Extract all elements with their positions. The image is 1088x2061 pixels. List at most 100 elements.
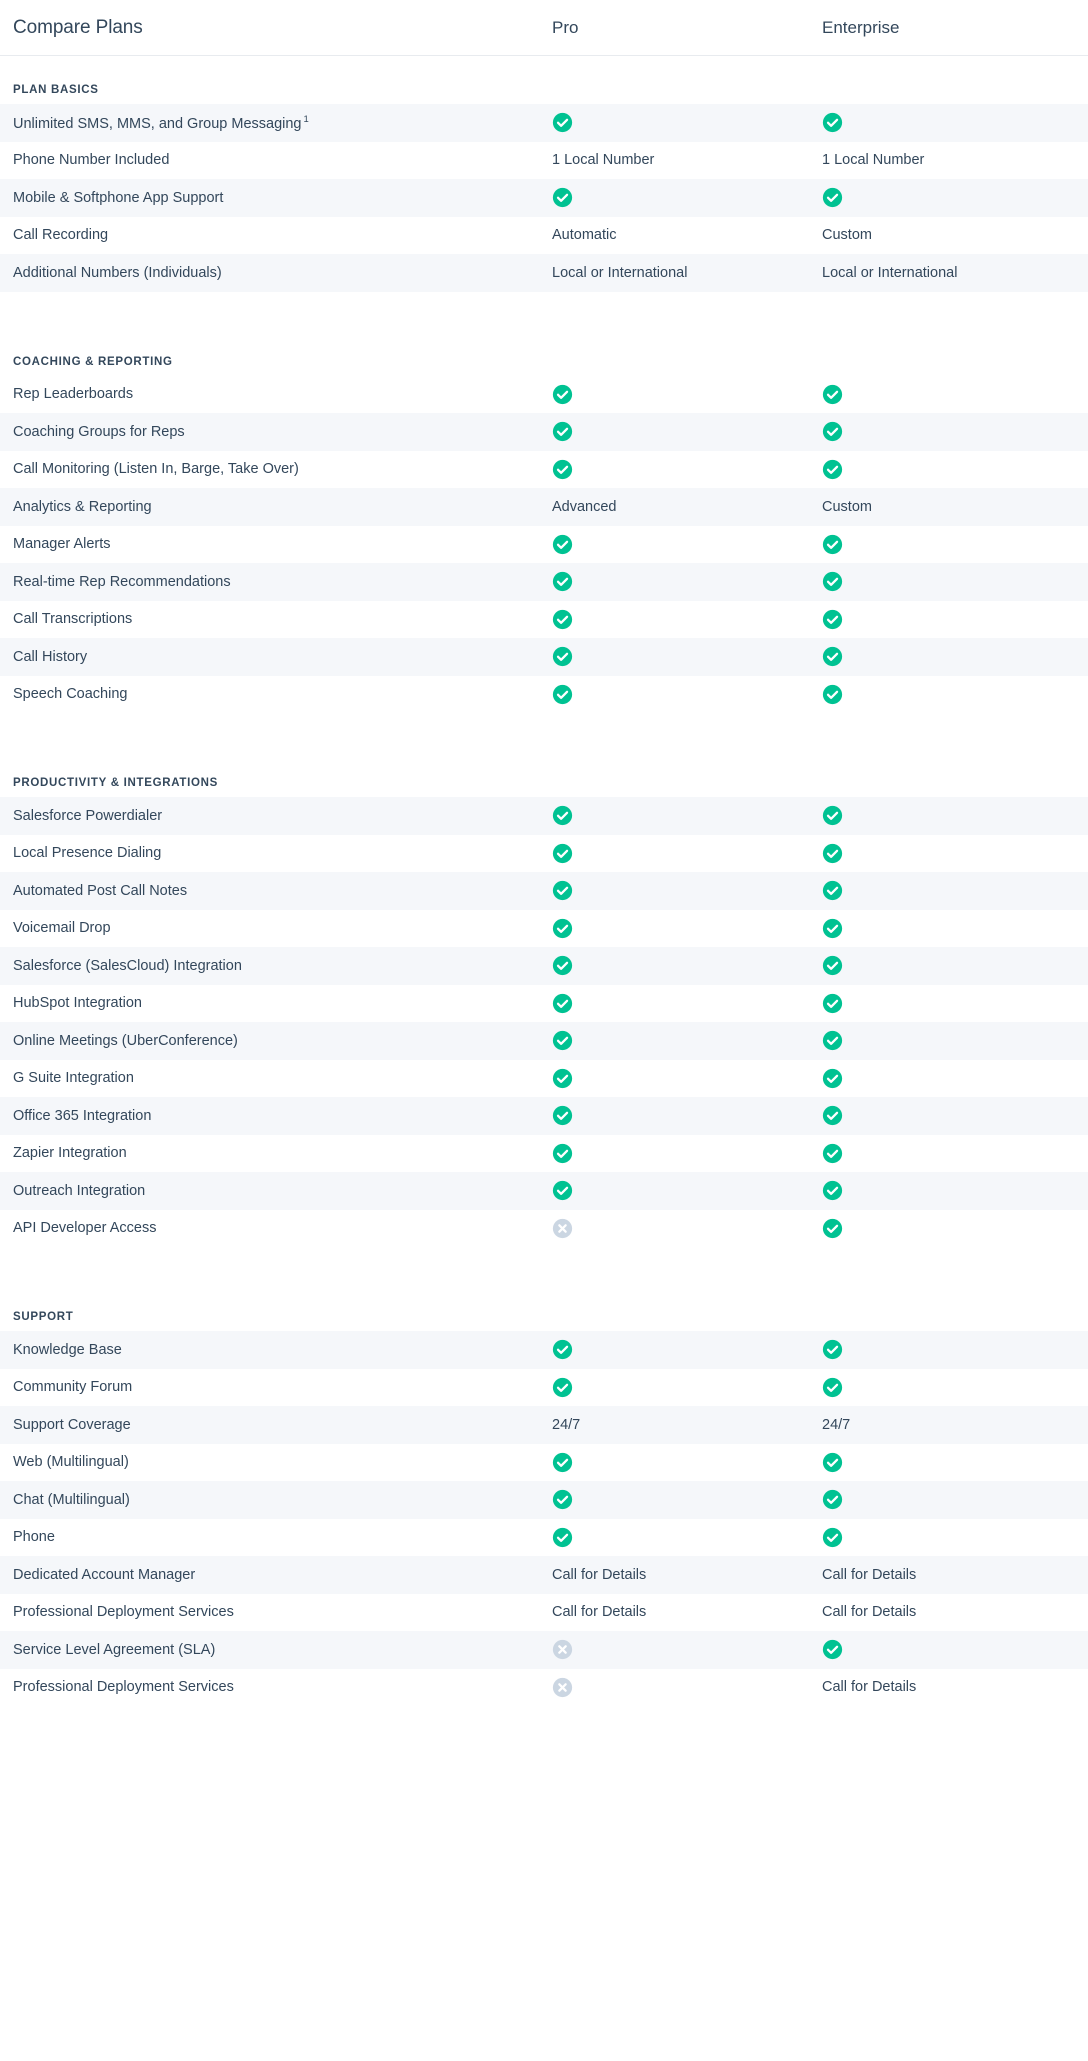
cell-feature-name: Speech Coaching <box>13 686 128 703</box>
cell-enterprise-value: Local or International <box>822 264 958 281</box>
cell-pro-excluded <box>548 1677 818 1698</box>
table-row: Service Level Agreement (SLA) <box>0 1631 1088 1669</box>
check-circle-icon <box>552 646 573 667</box>
check-circle-icon <box>552 1452 573 1473</box>
cell-enterprise-value: Custom <box>822 227 872 244</box>
table-row: Support Coverage 24/7 24/7 <box>0 1406 1088 1444</box>
cell-enterprise-included <box>818 187 1088 208</box>
table-row: Professional Deployment Services Call for… <box>0 1593 1088 1631</box>
cell-feature-name: Call History <box>13 648 88 665</box>
cell-feature-name: Phone <box>13 1529 55 1546</box>
cell-enterprise-included <box>818 805 1088 826</box>
cell-feature-name: Unlimited SMS, MMS, and Group Messaging 1 <box>13 113 309 132</box>
table-row: Zapier Integration <box>0 1134 1088 1172</box>
check-circle-icon <box>552 1180 573 1201</box>
cell-pro-included <box>548 609 818 630</box>
check-circle-icon <box>552 571 573 592</box>
cell-enterprise-included <box>818 993 1088 1014</box>
cell-pro-included <box>548 918 818 939</box>
check-circle-icon <box>552 534 573 555</box>
check-circle-icon <box>552 1030 573 1051</box>
check-circle-icon <box>822 684 843 705</box>
cell-feature-name: Office 365 Integration <box>13 1107 152 1124</box>
cell-feature-name: Support Coverage <box>13 1416 131 1433</box>
cell-pro-included <box>548 1452 818 1473</box>
cell-feature-name: Coaching Groups for Reps <box>13 423 185 440</box>
cell-pro-included <box>548 1377 818 1398</box>
table-row: Local Presence Dialing <box>0 834 1088 872</box>
table-row: Phone <box>0 1518 1088 1556</box>
cell-feature-name: Outreach Integration <box>13 1182 146 1199</box>
check-circle-icon <box>822 1527 843 1548</box>
check-circle-icon <box>822 187 843 208</box>
check-circle-icon <box>552 187 573 208</box>
cell-feature-name: Service Level Agreement (SLA) <box>13 1641 216 1658</box>
cell-pro-included <box>548 1180 818 1201</box>
check-circle-icon <box>552 1068 573 1089</box>
check-circle-icon <box>552 1143 573 1164</box>
cell-feature-name: Analytics & Reporting <box>13 498 152 515</box>
cell-enterprise-included <box>818 571 1088 592</box>
check-circle-icon <box>552 1377 573 1398</box>
cross-circle-icon <box>552 1218 573 1239</box>
footnote-marker: 1 <box>303 113 309 125</box>
check-circle-icon <box>822 1489 843 1510</box>
cell-pro-included <box>548 1030 818 1051</box>
cell-enterprise-value: Custom <box>822 498 872 515</box>
check-circle-icon <box>822 1339 843 1360</box>
section-header: PLAN BASICS <box>0 56 1088 104</box>
cell-feature-name: Professional Deployment Services <box>13 1679 234 1696</box>
table-row: Voicemail Drop <box>0 909 1088 947</box>
cell-enterprise-included <box>818 1639 1088 1660</box>
cell-pro-value: Automatic <box>552 227 617 244</box>
check-circle-icon <box>822 880 843 901</box>
cell-enterprise-included <box>818 955 1088 976</box>
table-row: G Suite Integration <box>0 1059 1088 1097</box>
check-circle-icon <box>822 421 843 442</box>
table-row: Professional Deployment Services Call for… <box>0 1668 1088 1706</box>
cross-circle-icon <box>552 1639 573 1660</box>
column-header-pro: Pro <box>552 17 579 37</box>
cell-feature-name: Call Recording <box>13 227 109 244</box>
check-circle-icon <box>822 384 843 405</box>
check-circle-icon <box>552 609 573 630</box>
cell-pro-included <box>548 384 818 405</box>
page-title: Compare Plans <box>13 16 143 38</box>
cell-pro-included <box>548 1143 818 1164</box>
cell-enterprise-included <box>818 1068 1088 1089</box>
section-header-label: PRODUCTIVITY & INTEGRATIONS <box>13 777 219 789</box>
check-circle-icon <box>552 993 573 1014</box>
cell-feature-name: Call Monitoring (Listen In, Barge, Take … <box>13 461 299 478</box>
check-circle-icon <box>552 955 573 976</box>
cell-feature-name: Automated Post Call Notes <box>13 882 188 899</box>
check-circle-icon <box>822 1143 843 1164</box>
cell-enterprise-included <box>818 1377 1088 1398</box>
cell-feature-name: Additional Numbers (Individuals) <box>13 264 222 281</box>
check-circle-icon <box>552 1105 573 1126</box>
cell-enterprise-value: Call for Details <box>822 1679 917 1696</box>
table-row: Salesforce Powerdialer <box>0 797 1088 835</box>
cell-feature-name: API Developer Access <box>13 1220 157 1237</box>
check-circle-icon <box>822 1180 843 1201</box>
cell-enterprise-included <box>818 534 1088 555</box>
section-header: COACHING & REPORTING <box>0 325 1088 376</box>
column-header-enterprise: Enterprise <box>822 17 900 37</box>
table-row: API Developer Access <box>0 1209 1088 1247</box>
table-row: Speech Coaching <box>0 675 1088 713</box>
table-row: Knowledge Base <box>0 1331 1088 1369</box>
section-header-label: COACHING & REPORTING <box>13 355 173 368</box>
cell-feature-name: Voicemail Drop <box>13 920 111 937</box>
check-circle-icon <box>822 646 843 667</box>
cell-enterprise-included <box>818 1489 1088 1510</box>
cell-enterprise-included <box>818 1180 1088 1201</box>
cell-pro-value: 1 Local Number <box>552 152 655 169</box>
table-row: Automated Post Call Notes <box>0 872 1088 910</box>
table-row: Dedicated Account Manager Call for Detail… <box>0 1556 1088 1594</box>
table-row: Manager Alerts <box>0 525 1088 563</box>
cell-enterprise-included <box>818 843 1088 864</box>
cell-feature-name: Local Presence Dialing <box>13 845 162 862</box>
cell-enterprise-included <box>818 459 1088 480</box>
cell-pro-included <box>548 1105 818 1126</box>
check-circle-icon <box>822 843 843 864</box>
check-circle-icon <box>822 534 843 555</box>
